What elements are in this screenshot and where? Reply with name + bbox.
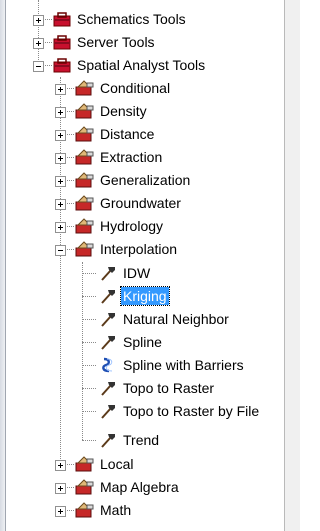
tree-connector xyxy=(82,365,96,366)
toolset-icon xyxy=(75,80,94,96)
tree-item-label: Distance xyxy=(100,126,155,142)
toolset-icon xyxy=(75,103,94,119)
tree-item-map-algebra[interactable]: Map Algebra xyxy=(6,476,284,499)
hammer-icon xyxy=(101,434,115,448)
tree-connector xyxy=(82,440,96,441)
hammer-icon xyxy=(101,267,115,281)
tree-item-spatial-analyst-tools[interactable]: Spatial Analyst Tools xyxy=(6,54,284,77)
tree-connector xyxy=(82,319,96,320)
tree-item-label: Extraction xyxy=(100,149,163,165)
hammer-icon xyxy=(101,405,115,419)
vertical-scrollbar[interactable] xyxy=(284,0,300,531)
tree-item-density[interactable]: Density xyxy=(6,100,284,123)
tree-item-generalization[interactable]: Generalization xyxy=(6,169,284,192)
expand-button[interactable] xyxy=(55,483,66,494)
expand-button[interactable] xyxy=(55,506,66,517)
toolset-icon xyxy=(75,172,94,188)
tool-spline-with-barriers[interactable]: Spline with Barriers xyxy=(6,354,284,377)
tree-item-label-selected: Kriging xyxy=(120,286,170,306)
collapse-button[interactable] xyxy=(33,61,44,72)
tool-idw[interactable]: IDW xyxy=(6,262,284,285)
tree-item-label: Spatial Analyst Tools xyxy=(77,57,206,73)
expand-button[interactable] xyxy=(33,38,44,49)
toolset-icon xyxy=(75,126,94,142)
tree-item-hydrology[interactable]: Hydrology xyxy=(6,215,284,238)
tree-item-label: Interpolation xyxy=(100,241,178,257)
script-icon xyxy=(102,357,113,373)
tree-item-distance[interactable]: Distance xyxy=(6,123,284,146)
toolbox-icon xyxy=(53,12,71,27)
toolset-icon xyxy=(75,149,94,165)
expand-button[interactable] xyxy=(55,130,66,141)
tree-item-label: Trend xyxy=(123,432,160,448)
tree-item-label: Generalization xyxy=(100,172,191,188)
collapse-button[interactable] xyxy=(55,245,66,256)
expand-button[interactable] xyxy=(55,153,66,164)
hammer-icon xyxy=(101,313,115,327)
toolset-icon xyxy=(75,479,94,495)
tree-connector xyxy=(82,273,96,274)
tool-topo-to-raster-by-file[interactable]: Topo to Raster by File xyxy=(6,400,284,423)
tree-item-label: Map Algebra xyxy=(100,479,179,495)
tree-item-label: Natural Neighbor xyxy=(123,311,229,327)
hammer-icon xyxy=(101,336,115,350)
expand-button[interactable] xyxy=(33,15,44,26)
tool-topo-to-raster[interactable]: Topo to Raster xyxy=(6,377,284,400)
tool-spline[interactable]: Spline xyxy=(6,331,284,354)
tool-natural-neighbor[interactable]: Natural Neighbor xyxy=(6,308,284,331)
tree-item-server-tools[interactable]: Server Tools xyxy=(6,31,284,54)
toolset-icon xyxy=(75,456,94,472)
tree-item-label: Topo to Raster by File xyxy=(123,403,260,419)
tree-item-label: Math xyxy=(100,502,132,518)
tree-item-label: Density xyxy=(100,103,147,119)
tree-item-schematics-tools[interactable]: Schematics Tools xyxy=(6,8,284,31)
tree-item-math[interactable]: Math xyxy=(6,499,284,522)
tree-item-extraction[interactable]: Extraction xyxy=(6,146,284,169)
toolbox-tree[interactable]: Schematics Tools Server Tools Spatial An… xyxy=(6,0,284,531)
tree-item-label: Groundwater xyxy=(100,195,181,211)
tree-item-label: Topo to Raster xyxy=(123,380,215,396)
tree-connector xyxy=(82,342,96,343)
tree-item-interpolation[interactable]: Interpolation xyxy=(6,238,284,261)
expand-button[interactable] xyxy=(55,176,66,187)
tool-kriging[interactable]: Kriging xyxy=(6,285,284,308)
expand-button[interactable] xyxy=(55,107,66,118)
expand-button[interactable] xyxy=(55,222,66,233)
expand-button[interactable] xyxy=(55,199,66,210)
tree-item-label: Hydrology xyxy=(100,218,164,234)
tree-connector xyxy=(82,388,96,389)
hammer-icon xyxy=(101,290,115,304)
tree-item-label: Local xyxy=(100,456,134,472)
expand-button[interactable] xyxy=(55,460,66,471)
tree-item-label: Schematics Tools xyxy=(77,11,186,27)
tool-trend[interactable]: Trend xyxy=(6,429,284,452)
hammer-icon xyxy=(101,382,115,396)
tree-item-local[interactable]: Local xyxy=(6,453,284,476)
toolset-icon xyxy=(75,218,94,234)
tree-item-label: IDW xyxy=(123,265,151,281)
tree-item-groundwater[interactable]: Groundwater xyxy=(6,192,284,215)
toolset-icon xyxy=(75,195,94,211)
tree-item-label: Conditional xyxy=(100,80,171,96)
tree-item-label: Server Tools xyxy=(77,34,155,50)
expand-button[interactable] xyxy=(55,84,66,95)
tree-item-label: Spline with Barriers xyxy=(123,357,244,373)
tree-connector xyxy=(82,411,96,412)
toolbox-icon xyxy=(53,35,71,50)
toolset-icon xyxy=(75,241,94,257)
tree-item-conditional[interactable]: Conditional xyxy=(6,77,284,100)
tree-item-label: Spline xyxy=(123,334,162,350)
tree-connector xyxy=(82,296,96,297)
toolset-icon xyxy=(75,502,94,518)
toolbox-icon xyxy=(53,58,71,73)
